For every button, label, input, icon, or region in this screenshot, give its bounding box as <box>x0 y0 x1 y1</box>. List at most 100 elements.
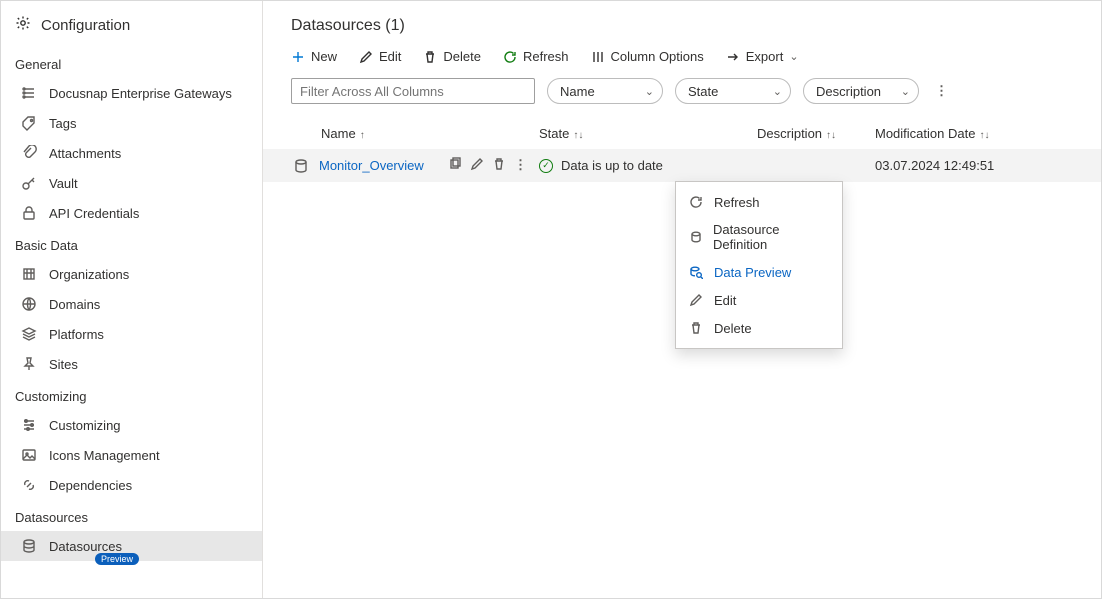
nav-label: Docusnap Enterprise Gateways <box>49 86 248 101</box>
ctx-definition[interactable]: Datasource Definition <box>676 216 842 258</box>
new-label: New <box>311 49 337 64</box>
copy-icon[interactable] <box>448 157 462 174</box>
refresh-icon <box>503 50 517 64</box>
filter-pill-name[interactable]: Name ⌄ <box>547 78 663 104</box>
more-filters-button[interactable]: ⋮ <box>931 83 952 99</box>
filter-pill-label: State <box>688 84 718 99</box>
stack-icon <box>21 326 37 342</box>
table-header: Name ↑ State ↑↓ Description↑↓ Modification… <box>263 118 1101 149</box>
trash-icon[interactable] <box>492 157 506 174</box>
nav-label: Dependencies <box>49 478 248 493</box>
section-basic: Basic Data <box>1 228 262 259</box>
header-name-label: Name <box>321 126 356 141</box>
delete-button[interactable]: Delete <box>423 49 481 64</box>
nav-api[interactable]: API Credentials <box>1 198 262 228</box>
header-name[interactable]: Name ↑ <box>321 126 539 141</box>
export-label: Export <box>746 49 784 64</box>
nav-label: Datasources <box>49 539 248 554</box>
section-custom: Customizing <box>1 379 262 410</box>
pin-icon <box>21 356 37 372</box>
columns-icon <box>591 50 605 64</box>
header-description[interactable]: Description↑↓ <box>757 126 875 141</box>
nav-platforms[interactable]: Platforms <box>1 319 262 349</box>
pencil-icon[interactable] <box>470 157 484 174</box>
tags-icon <box>21 115 37 131</box>
pencil-icon <box>359 50 373 64</box>
header-state[interactable]: State ↑↓ <box>539 126 757 141</box>
plus-icon <box>291 50 305 64</box>
ctx-data-preview[interactable]: Data Preview <box>676 258 842 286</box>
export-icon <box>726 50 740 64</box>
config-label: Configuration <box>41 17 130 34</box>
table-row[interactable]: Monitor_Overview ⋮ ✓ Data is up to date … <box>263 149 1101 182</box>
row-name-link[interactable]: Monitor_Overview <box>319 158 424 173</box>
gateways-icon <box>21 85 37 101</box>
nav-gateways[interactable]: Docusnap Enterprise Gateways <box>1 78 262 108</box>
nav-vault[interactable]: Vault <box>1 168 262 198</box>
nav-label: Tags <box>49 116 248 131</box>
nav-datasources[interactable]: Datasources Preview <box>1 531 262 561</box>
sliders-icon <box>21 417 37 433</box>
definition-icon <box>688 229 703 245</box>
edit-button[interactable]: Edit <box>359 49 401 64</box>
export-button[interactable]: Export ⌄ <box>726 49 799 64</box>
globe-icon <box>21 296 37 312</box>
row-date: 03.07.2024 12:49:51 <box>875 158 1101 173</box>
refresh-icon <box>688 194 704 210</box>
columns-button[interactable]: Column Options <box>591 49 704 64</box>
chevron-down-icon: ⌄ <box>645 85 654 98</box>
header-date-label: Modification Date <box>875 126 975 141</box>
nav-label: Sites <box>49 357 248 372</box>
org-icon <box>21 266 37 282</box>
status-ok-icon: ✓ <box>539 159 553 173</box>
more-icon[interactable]: ⋮ <box>514 157 527 174</box>
ctx-delete[interactable]: Delete <box>676 314 842 342</box>
filterbar: Name ⌄ State ⌄ Description ⌄ ⋮ <box>263 78 1101 118</box>
new-button[interactable]: New <box>291 49 337 64</box>
nav-label: Icons Management <box>49 448 248 463</box>
nav-customizing[interactable]: Customizing <box>1 410 262 440</box>
preview-icon <box>688 264 704 280</box>
section-general: General <box>1 47 262 78</box>
nav-tags[interactable]: Tags <box>1 108 262 138</box>
context-menu: Refresh Datasource Definition Data Previ… <box>675 181 843 349</box>
nav-label: Vault <box>49 176 248 191</box>
nav-label: Organizations <box>49 267 248 282</box>
header-state-label: State <box>539 126 569 141</box>
nav-icons[interactable]: Icons Management <box>1 440 262 470</box>
sort-asc-icon: ↑ <box>360 130 365 141</box>
sort-icon: ↑↓ <box>826 130 836 141</box>
ctx-label: Delete <box>714 321 752 336</box>
nav-sites[interactable]: Sites <box>1 349 262 379</box>
trash-icon <box>688 320 704 336</box>
filter-pill-description[interactable]: Description ⌄ <box>803 78 919 104</box>
section-datasources: Datasources <box>1 500 262 531</box>
ctx-label: Edit <box>714 293 736 308</box>
filter-pill-label: Description <box>816 84 881 99</box>
page-title: Datasources (1) <box>263 17 1101 49</box>
nav-domains[interactable]: Domains <box>1 289 262 319</box>
ctx-refresh[interactable]: Refresh <box>676 188 842 216</box>
delete-label: Delete <box>443 49 481 64</box>
nav-label: Attachments <box>49 146 248 161</box>
row-actions: ⋮ <box>448 157 527 174</box>
nav-label: Domains <box>49 297 248 312</box>
ctx-edit[interactable]: Edit <box>676 286 842 314</box>
sort-icon: ↑↓ <box>573 130 583 141</box>
main: Datasources (1) New Edit Delete Refresh … <box>263 1 1101 598</box>
refresh-button[interactable]: Refresh <box>503 49 569 64</box>
nav-attachments[interactable]: Attachments <box>1 138 262 168</box>
ctx-label: Data Preview <box>714 265 791 280</box>
chevron-down-icon: ⌄ <box>773 85 782 98</box>
trash-icon <box>423 50 437 64</box>
key-icon <box>21 175 37 191</box>
edit-label: Edit <box>379 49 401 64</box>
chevron-down-icon: ⌄ <box>789 50 798 63</box>
nav-organizations[interactable]: Organizations <box>1 259 262 289</box>
nav-dependencies[interactable]: Dependencies <box>1 470 262 500</box>
link-icon <box>21 477 37 493</box>
filter-input[interactable] <box>291 78 535 104</box>
header-date[interactable]: Modification Date↑↓ <box>875 126 1101 141</box>
database-icon <box>21 538 37 554</box>
filter-pill-state[interactable]: State ⌄ <box>675 78 791 104</box>
